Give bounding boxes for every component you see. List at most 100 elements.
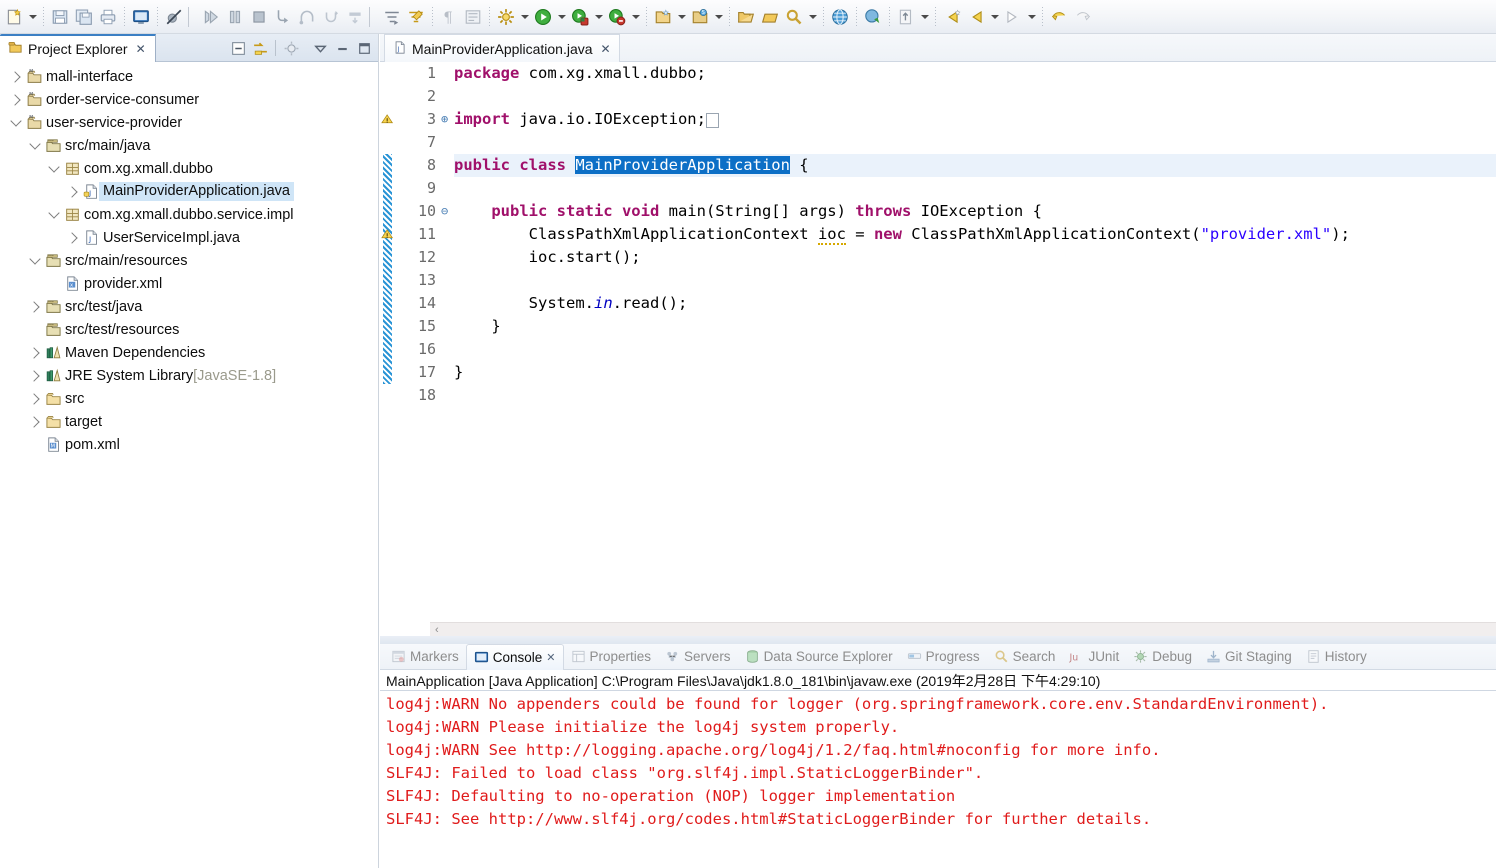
editor-annotation-row[interactable] [380, 384, 402, 407]
suspend-icon[interactable] [223, 5, 247, 29]
save-all-icon[interactable] [72, 5, 96, 29]
run-icon[interactable] [531, 5, 555, 29]
new-wizard-icon[interactable] [2, 5, 26, 29]
editor-code-line[interactable]: public class MainProviderApplication { [454, 154, 1496, 177]
open-type-icon[interactable] [734, 5, 758, 29]
editor-code-line[interactable] [454, 131, 1496, 154]
editor-annotation-row[interactable] [380, 154, 402, 177]
external-tools-icon[interactable] [494, 5, 518, 29]
chevron-down-icon[interactable] [712, 5, 725, 29]
link-with-editor-icon[interactable] [250, 38, 270, 58]
editor-code-line[interactable]: ioc.start(); [454, 246, 1496, 269]
tab-git-staging[interactable]: Git Staging [1199, 644, 1299, 670]
chevron-down-icon[interactable] [46, 203, 62, 226]
tree-item-userserviceimpl-java[interactable]: J UserServiceImpl.java [0, 226, 378, 249]
editor-annotation-row[interactable] [380, 200, 402, 223]
skip-all-breakpoints-icon[interactable] [162, 5, 186, 29]
editor-code-area[interactable]: package com.xg.xmall.dubbo; import java.… [454, 62, 1496, 622]
chevron-down-icon[interactable] [988, 5, 1001, 29]
editor-code-line[interactable] [454, 85, 1496, 108]
tree-item-maven-dependencies[interactable]: Maven Dependencies [0, 341, 378, 364]
tree-item-mainproviderapplication-java[interactable]: J MainProviderApplication.java [0, 180, 378, 203]
chevron-down-icon[interactable] [592, 5, 605, 29]
editor-annotation-row[interactable] [380, 361, 402, 384]
editor-annotation-row[interactable] [380, 223, 402, 246]
editor-code-line[interactable] [454, 338, 1496, 361]
editor-code-line[interactable]: public static void main(String[] args) t… [454, 200, 1496, 223]
chevron-right-icon[interactable] [27, 410, 43, 433]
editor-annotation-row[interactable] [380, 315, 402, 338]
tab-debug[interactable]: Debug [1126, 644, 1199, 670]
chevron-down-icon[interactable] [27, 249, 43, 272]
tree-item-src[interactable]: src [0, 387, 378, 410]
chevron-right-icon[interactable] [27, 364, 43, 387]
editor-annotation-row[interactable] [380, 177, 402, 200]
editor-code-line[interactable] [454, 384, 1496, 407]
step-filters-icon[interactable] [380, 5, 404, 29]
editor-annotation-row[interactable] [380, 131, 402, 154]
tree-item-order-service-consumer[interactable]: Morder-service-consumer [0, 88, 378, 111]
resume-icon[interactable] [199, 5, 223, 29]
editor-horizontal-scrollbar[interactable]: ‹ [430, 622, 1496, 636]
chevron-down-icon[interactable] [675, 5, 688, 29]
minimize-icon[interactable] [332, 38, 352, 58]
back-icon[interactable] [964, 5, 988, 29]
search-icon[interactable] [782, 5, 806, 29]
undo-nav-icon[interactable] [1047, 5, 1071, 29]
redo-nav-icon[interactable] [1071, 5, 1095, 29]
chevron-down-icon[interactable] [806, 5, 819, 29]
step-return-icon[interactable] [319, 5, 343, 29]
project-tree[interactable]: Mmall-interface Morder-service-consumer Mu… [0, 62, 378, 868]
terminate-icon[interactable] [247, 5, 271, 29]
chevron-right-icon[interactable] [8, 88, 24, 111]
print-icon[interactable] [96, 5, 120, 29]
tree-item-com-xg-xmall-dubbo-service-impl[interactable]: com.xg.xmall.dubbo.service.impl [0, 203, 378, 226]
tree-item-src-test-resources[interactable]: src/test/resources [0, 318, 378, 341]
show-whitespace-icon[interactable] [461, 5, 485, 29]
chevron-down-icon[interactable] [555, 5, 568, 29]
view-menu-icon[interactable] [310, 38, 330, 58]
chevron-down-icon[interactable] [918, 5, 931, 29]
new-class-icon[interactable]: S [688, 5, 712, 29]
run-last-tool-icon[interactable] [861, 5, 885, 29]
editor-annotation-row[interactable] [380, 62, 402, 85]
maximize-icon[interactable] [354, 38, 374, 58]
editor-annotation-row[interactable] [380, 292, 402, 315]
editor-code-line[interactable]: import java.io.IOException; [454, 108, 1496, 131]
chevron-down-icon[interactable] [26, 5, 39, 29]
close-icon[interactable]: ✕ [136, 42, 146, 56]
editor-folding-ruler[interactable]: ⊕ ⊖ [440, 62, 454, 622]
tab-history[interactable]: History [1299, 644, 1374, 670]
editor-annotation-row[interactable] [380, 269, 402, 292]
tab-data-source-explorer[interactable]: Data Source Explorer [738, 644, 900, 670]
tab-markers[interactable]: Markers [384, 644, 466, 670]
tab-search[interactable]: Search [987, 644, 1063, 670]
tab-progress[interactable]: Progress [900, 644, 987, 670]
previous-annotation-icon[interactable] [894, 5, 918, 29]
step-over-icon[interactable] [295, 5, 319, 29]
collapse-all-icon[interactable] [228, 38, 248, 58]
tree-item-src-main-java[interactable]: src/main/java [0, 134, 378, 157]
tab-properties[interactable]: Properties [564, 644, 659, 670]
tab-project-explorer[interactable]: Project Explorer ✕ [0, 34, 156, 62]
tree-item-pom-xml[interactable]: Mpom.xml [0, 433, 378, 456]
open-console-icon[interactable] [129, 5, 153, 29]
editor-annotation-row[interactable] [380, 338, 402, 361]
editor-code-line[interactable]: ClassPathXmlApplicationContext ioc = new… [454, 223, 1496, 246]
editor-annotation-row[interactable] [380, 246, 402, 269]
tree-item-target[interactable]: target [0, 410, 378, 433]
chevron-down-icon[interactable] [1025, 5, 1038, 29]
folding-toggle-icon[interactable]: ⊕ [440, 108, 454, 131]
tab-mainproviderapplication-java[interactable]: J MainProviderApplication.java ✕ [384, 34, 620, 62]
tab-servers[interactable]: Servers [658, 644, 738, 670]
chevron-right-icon[interactable] [65, 226, 81, 249]
tab-console[interactable]: Console ✕ [465, 643, 564, 670]
editor-annotation-row[interactable] [380, 85, 402, 108]
tree-item-user-service-provider[interactable]: Muser-service-provider [0, 111, 378, 134]
chevron-right-icon[interactable] [27, 341, 43, 364]
new-java-package-icon[interactable] [651, 5, 675, 29]
editor-annotation-ruler[interactable] [380, 62, 402, 622]
console-output[interactable]: log4j:WARN No appenders could be found f… [380, 692, 1496, 868]
save-icon[interactable] [48, 5, 72, 29]
tree-item-com-xg-xmall-dubbo[interactable]: com.xg.xmall.dubbo [0, 157, 378, 180]
